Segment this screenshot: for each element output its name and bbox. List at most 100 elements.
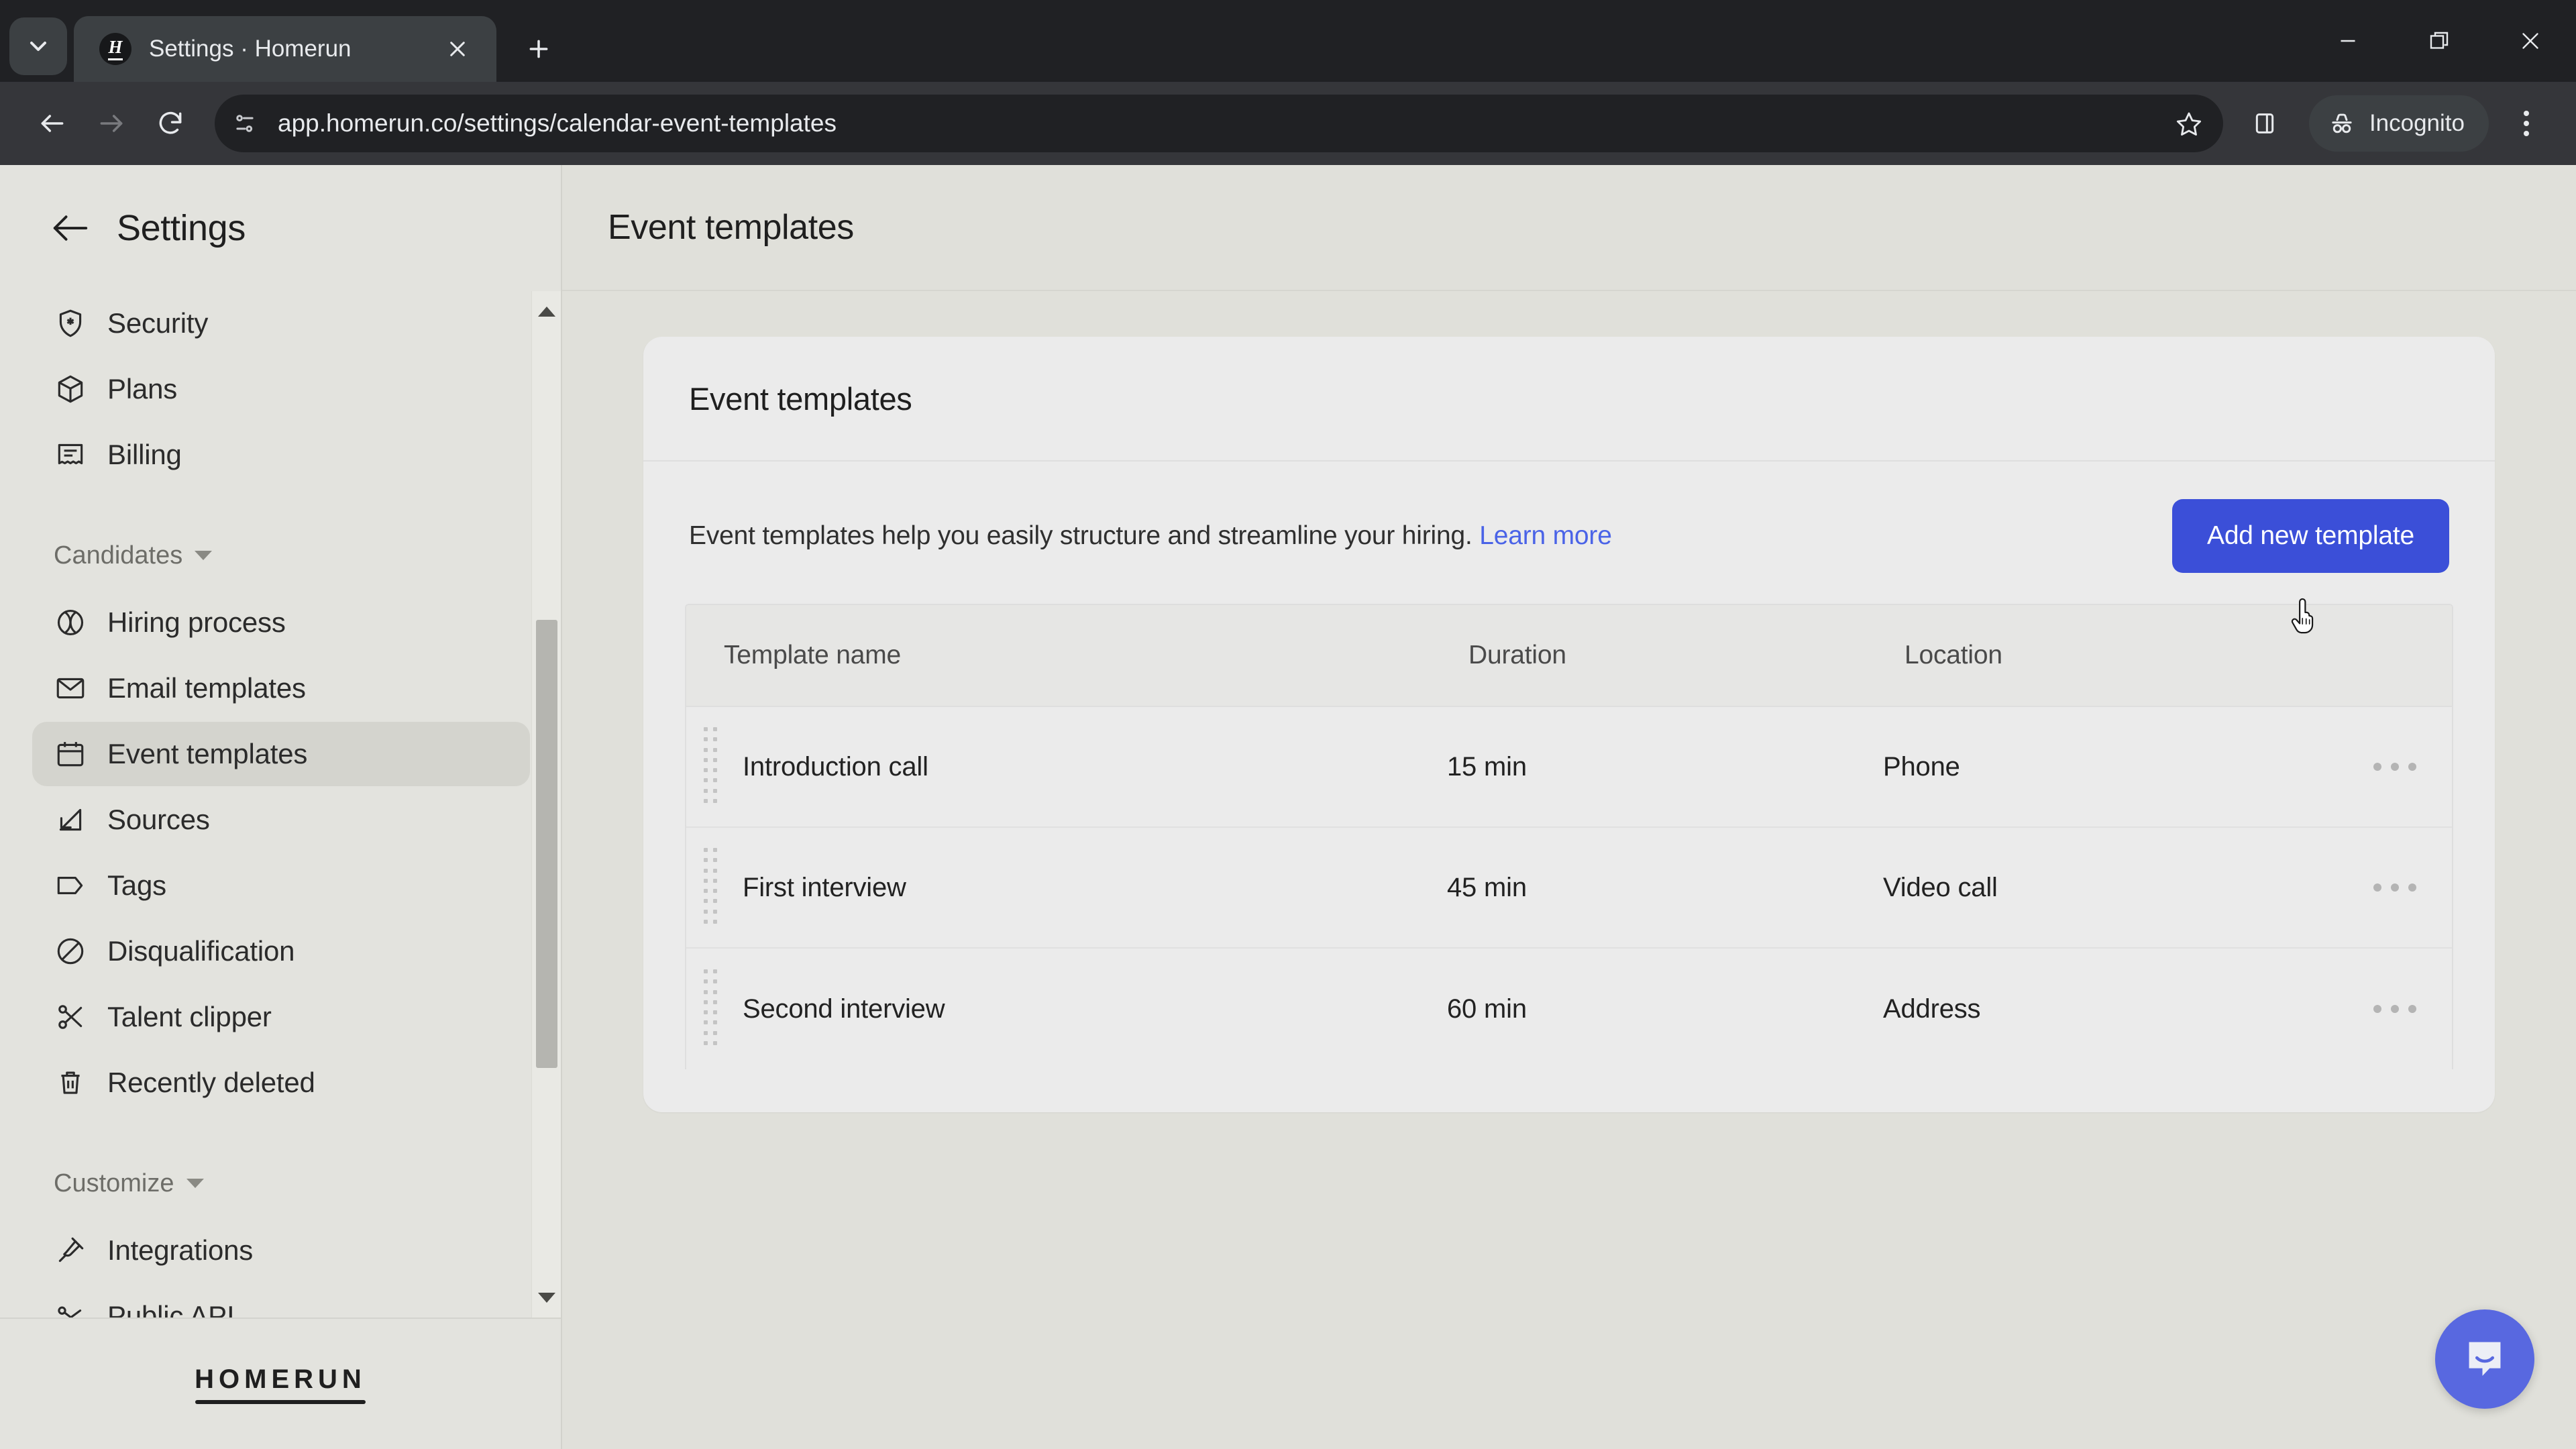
sidebar-item-recently-deleted[interactable]: Recently deleted bbox=[32, 1051, 530, 1115]
chevron-down-icon bbox=[195, 551, 213, 560]
cell-template-name: Introduction call bbox=[743, 751, 928, 782]
minimize-button[interactable] bbox=[2302, 0, 2394, 82]
card-description-text: Event templates help you easily structur… bbox=[689, 521, 1480, 550]
sidebar-scrollbar-thumb[interactable] bbox=[536, 620, 557, 1068]
sidebar-item-tags[interactable]: Tags bbox=[32, 853, 530, 918]
bookmark-button[interactable] bbox=[2164, 99, 2214, 148]
tag-icon bbox=[52, 867, 89, 904]
sidebar-item-hiring-process[interactable]: Hiring process bbox=[32, 590, 530, 655]
main-content: Event templates Event templates Event te… bbox=[562, 165, 2576, 1449]
sidebar-group-label: Candidates bbox=[54, 541, 183, 570]
sidebar-item-email-templates[interactable]: Email templates bbox=[32, 656, 530, 720]
chevron-down-icon bbox=[30, 42, 46, 51]
reload-icon bbox=[159, 111, 182, 134]
sidebar-scrollbar[interactable] bbox=[531, 291, 561, 1318]
sidebar-header: Settings bbox=[0, 165, 561, 291]
three-dot-menu-icon bbox=[2524, 111, 2529, 116]
three-dot-menu-icon bbox=[2373, 1005, 2381, 1013]
sidebar-item-event-templates[interactable]: Event templates bbox=[32, 722, 530, 786]
sidebar-group-candidates[interactable]: Candidates bbox=[32, 529, 530, 582]
table-row[interactable]: Second interview 60 min Address bbox=[686, 949, 2452, 1069]
row-actions-button[interactable] bbox=[2338, 763, 2452, 771]
side-panel-button[interactable] bbox=[2237, 95, 2293, 152]
new-tab-button[interactable] bbox=[514, 24, 564, 74]
scissors-icon bbox=[52, 999, 89, 1035]
window-controls bbox=[2302, 0, 2576, 82]
arrow-right-icon bbox=[100, 115, 123, 132]
sidebar-item-sources[interactable]: Sources bbox=[32, 788, 530, 852]
tab-strip: H Settings · Homerun bbox=[0, 0, 2576, 82]
circle-process-icon bbox=[52, 604, 89, 641]
side-panel-icon bbox=[2255, 113, 2274, 133]
homerun-favicon: H bbox=[99, 33, 131, 65]
main-body: Event templates Event templates help you… bbox=[562, 291, 2576, 1449]
browser-menu-button[interactable] bbox=[2500, 93, 2553, 154]
site-info-button[interactable] bbox=[221, 100, 268, 147]
page-title: Settings bbox=[117, 208, 246, 248]
row-actions-button[interactable] bbox=[2338, 883, 2452, 892]
learn-more-link[interactable]: Learn more bbox=[1479, 521, 1612, 550]
intercom-chat-button[interactable] bbox=[2435, 1309, 2534, 1409]
scroll-down-arrow-icon[interactable] bbox=[532, 1283, 561, 1312]
add-new-template-button[interactable]: Add new template bbox=[2172, 499, 2449, 573]
maximize-button[interactable] bbox=[2394, 0, 2485, 82]
card-intro-row: Event templates help you easily structur… bbox=[643, 462, 2495, 604]
incognito-indicator[interactable]: Incognito bbox=[2308, 95, 2489, 152]
cell-template-name: Second interview bbox=[743, 994, 945, 1024]
sidebar-item-label: Public API bbox=[107, 1300, 235, 1318]
cell-template-name: First interview bbox=[743, 872, 906, 902]
sidebar-item-disqualification[interactable]: Disqualification bbox=[32, 919, 530, 983]
plug-icon bbox=[52, 1232, 89, 1269]
tab-search-button[interactable] bbox=[9, 17, 67, 75]
sidebar-item-label: Talent clipper bbox=[107, 1001, 272, 1032]
minimize-icon bbox=[2341, 40, 2355, 42]
sidebar-item-label: Integrations bbox=[107, 1234, 254, 1266]
arrow-left-icon bbox=[53, 215, 88, 241]
table-header-row: Template name Duration Location bbox=[686, 605, 2452, 707]
page-content: Settings Security Plans Billing Candidat… bbox=[0, 165, 2576, 1449]
forward-button[interactable] bbox=[82, 94, 141, 153]
column-header-location: Location bbox=[1904, 641, 2002, 669]
tab-close-button[interactable] bbox=[439, 30, 476, 68]
drag-handle-icon[interactable] bbox=[697, 969, 724, 1049]
drag-handle-icon[interactable] bbox=[697, 727, 724, 806]
back-button[interactable] bbox=[23, 94, 82, 153]
sidebar-item-billing[interactable]: Billing bbox=[32, 423, 530, 487]
sidebar-item-public-api[interactable]: Public API bbox=[32, 1284, 530, 1318]
sidebar-item-label: Tags bbox=[107, 869, 166, 901]
sidebar-item-security[interactable]: Security bbox=[32, 291, 530, 356]
card-description: Event templates help you easily structur… bbox=[689, 521, 1612, 551]
close-icon bbox=[2522, 33, 2538, 49]
reload-button[interactable] bbox=[141, 94, 200, 153]
three-dot-menu-icon bbox=[2373, 763, 2381, 771]
sidebar-item-plans[interactable]: Plans bbox=[32, 357, 530, 421]
table-row[interactable]: Introduction call 15 min Phone bbox=[686, 707, 2452, 828]
arrow-out-square-icon bbox=[52, 802, 89, 838]
browser-tab[interactable]: H Settings · Homerun bbox=[74, 16, 496, 82]
trash-icon bbox=[52, 1065, 89, 1101]
sidebar-item-label: Email templates bbox=[107, 672, 306, 704]
star-icon bbox=[2176, 112, 2202, 136]
scroll-up-arrow-icon[interactable] bbox=[532, 297, 561, 326]
drag-handle-icon[interactable] bbox=[697, 848, 724, 927]
sidebar-group-customize[interactable]: Customize bbox=[32, 1157, 530, 1210]
receipt-icon bbox=[52, 437, 89, 473]
settings-back-button[interactable] bbox=[47, 205, 94, 252]
sidebar-item-talent-clipper[interactable]: Talent clipper bbox=[32, 985, 530, 1049]
cell-duration: 15 min bbox=[1447, 751, 1527, 782]
calendar-icon bbox=[52, 736, 89, 772]
homerun-logo: HOMERUN bbox=[195, 1364, 366, 1404]
plus-icon bbox=[529, 40, 548, 58]
cell-duration: 60 min bbox=[1447, 994, 1527, 1024]
row-actions-button[interactable] bbox=[2338, 1005, 2452, 1013]
sidebar-item-label: Billing bbox=[107, 439, 182, 470]
card-header: Event templates bbox=[643, 337, 2495, 462]
event-templates-card: Event templates Event templates help you… bbox=[643, 337, 2495, 1112]
main-page-title: Event templates bbox=[608, 208, 854, 247]
sidebar-item-integrations[interactable]: Integrations bbox=[32, 1218, 530, 1283]
address-bar[interactable]: app.homerun.co/settings/calendar-event-t… bbox=[215, 95, 2223, 152]
sidebar-item-label: Recently deleted bbox=[107, 1067, 315, 1098]
column-header-duration: Duration bbox=[1468, 641, 1566, 669]
table-row[interactable]: First interview 45 min Video call bbox=[686, 828, 2452, 949]
close-window-button[interactable] bbox=[2485, 0, 2576, 82]
